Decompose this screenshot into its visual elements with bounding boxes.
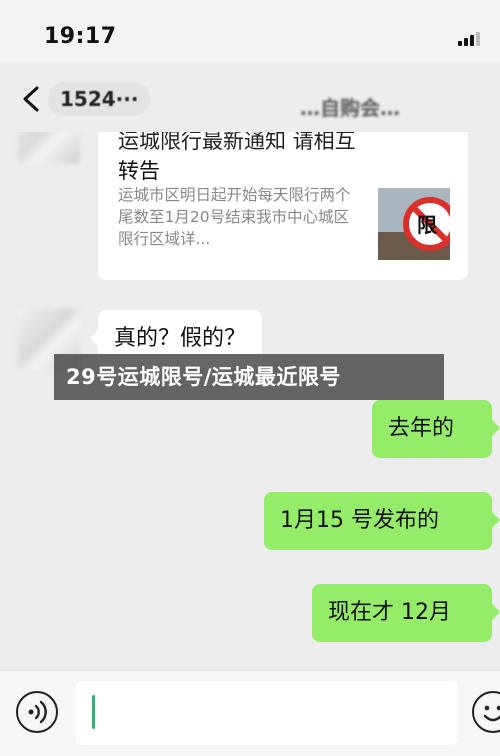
message-bubble-outgoing[interactable]: 现在才 12月 [312, 584, 500, 642]
message-bubble-outgoing[interactable]: 1月15 号发布的 [264, 492, 500, 550]
voice-icon [28, 700, 47, 724]
caption-overlay: 29号运城限号/运城最近限号 [54, 354, 444, 400]
signal-icon [458, 32, 480, 46]
no-entry-sign-icon: 限 [378, 188, 450, 260]
message-bubble-outgoing[interactable]: 去年的 [372, 400, 500, 458]
voice-button[interactable] [16, 691, 58, 733]
article-thumbnail: 限 [378, 188, 450, 260]
article-title-line2: 转告 [118, 159, 160, 183]
message-input[interactable] [76, 681, 458, 745]
text-cursor [92, 695, 95, 729]
article-title-line1: 运城限行最新通知 请相互 [118, 132, 356, 153]
contact-avatar[interactable] [18, 132, 80, 164]
article-description: 运城市区明日起开始每天限行两个尾数至1月20号结束我市中心城区限行区域详... [118, 186, 351, 248]
article-title: 运城限行最新通知 请相互 转告 [118, 132, 448, 186]
shared-article-card[interactable]: 运城限行最新通知 请相互 转告 运城市区明日起开始每天限行两个尾数至1月20号结… [98, 132, 468, 280]
status-time: 19:17 [44, 24, 117, 49]
status-bar: 19:17 [0, 0, 500, 62]
svg-text:限: 限 [417, 213, 437, 237]
chat-area[interactable]: 运城限行最新通知 请相互 转告 运城市区明日起开始每天限行两个尾数至1月20号结… [0, 132, 500, 670]
chat-title: 1524··· [48, 82, 151, 116]
input-bar [0, 670, 500, 756]
back-chevron-icon[interactable] [20, 86, 42, 112]
emoji-icon [483, 705, 500, 722]
emoji-button[interactable] [472, 691, 500, 733]
chat-header: 1524··· …自购会… [0, 62, 500, 132]
chat-title-blurred: …自购会… [300, 96, 400, 120]
